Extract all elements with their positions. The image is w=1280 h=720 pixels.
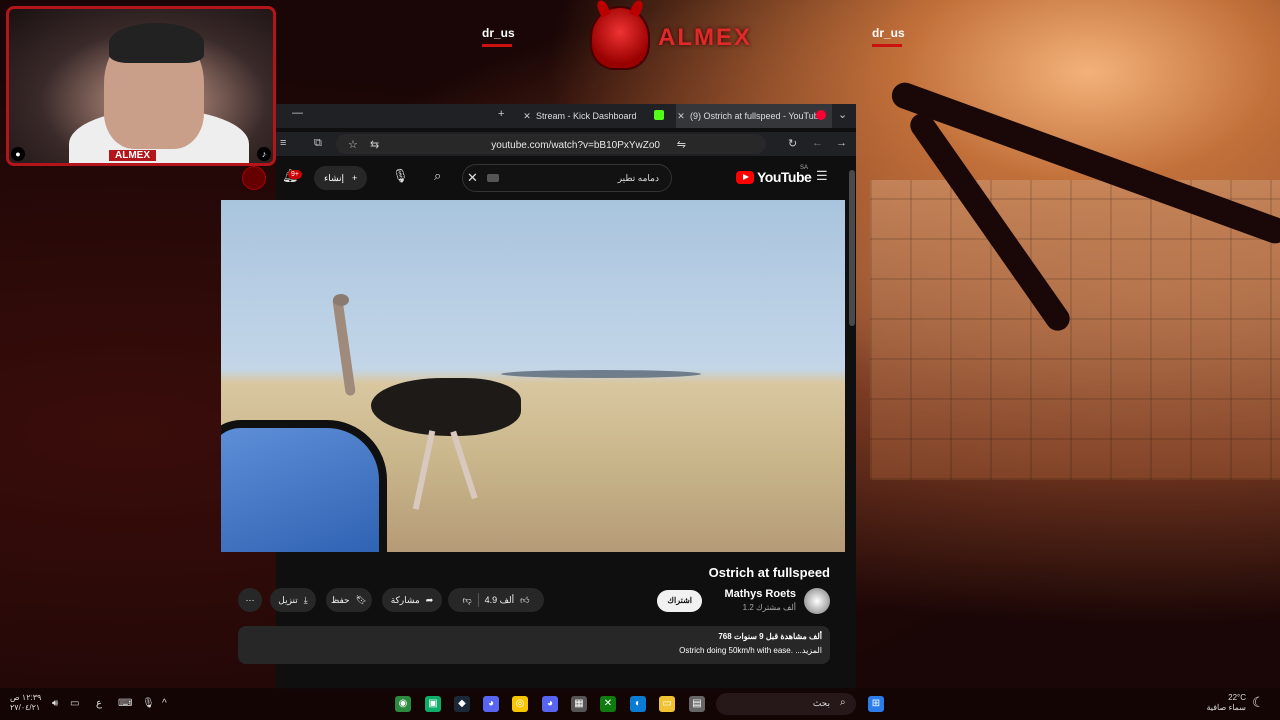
game-wall-tiles — [870, 180, 1280, 480]
app-icon[interactable]: ▣ — [425, 696, 441, 712]
taskbar: ١٢:٣٩ ص ٢٧/٠٤/٢١ 🔊︎ ▭ ع ⌨ 🎙︎ ^ ◉ ▣ ◆ ◕ ◎… — [0, 688, 1280, 720]
search-icon[interactable]: ⌕ — [434, 168, 441, 184]
edge-icon[interactable]: ◐ — [630, 696, 646, 712]
url-text: youtube.com/watch?v=bB10PxYwZo0 — [491, 140, 660, 151]
chevron-up-icon[interactable]: ^ — [162, 698, 167, 709]
close-icon[interactable]: ✕ — [676, 104, 686, 128]
discord-icon[interactable]: ◕ — [483, 696, 499, 712]
language-indicator[interactable]: ع — [96, 698, 102, 709]
taskbar-search[interactable]: بحث ⌕ — [716, 693, 856, 715]
extensions-icon[interactable]: ⧉ — [314, 137, 322, 150]
menu-icon[interactable]: ☰ — [816, 168, 828, 184]
account-avatar[interactable] — [242, 166, 266, 190]
ostrich — [371, 378, 521, 436]
plus-icon: + — [352, 173, 358, 183]
youtube-favicon-icon — [816, 110, 826, 120]
channel-info: Mathys Roets 1.2 ألف مشترك اشتراك — [657, 588, 830, 618]
search-icon: ⌕ — [840, 697, 846, 708]
forward-icon[interactable]: ← — [812, 137, 823, 149]
chevron-down-icon[interactable]: ⌄ — [838, 108, 847, 121]
create-button[interactable]: إنشاء + — [314, 166, 368, 190]
more-actions-button[interactable]: ⋯ — [238, 588, 262, 612]
tab-bar: — + ✕ Stream - Kick Dashboard ✕ (9) Ostric… — [276, 104, 856, 128]
steam-icon[interactable]: ◆ — [454, 696, 470, 712]
install-app-icon[interactable]: ⇆ — [370, 138, 379, 151]
video-player[interactable] — [221, 200, 845, 552]
file-explorer-icon[interactable]: ▭ — [659, 696, 675, 712]
xbox-icon[interactable]: ✕ — [600, 696, 616, 712]
search-input[interactable]: ✕ دمامه تطير — [462, 164, 672, 192]
tab-youtube-video[interactable]: ✕ (9) Ostrich at fullspeed - YouTube — [676, 104, 832, 128]
dislike-icon[interactable]: 👎︎ — [462, 588, 471, 612]
car-mirror — [221, 420, 387, 552]
youtube-header: 🔔︎9+ إنشاء+ 🎙︎ ⌕ ✕ دمامه تطير YouTube SA… — [242, 160, 848, 196]
brand-name: ALMEX — [658, 24, 752, 51]
windows-start-icon[interactable]: ⊞ — [868, 696, 884, 712]
stream-logo: ALMEX — [590, 6, 760, 70]
kick-icon — [654, 110, 664, 120]
video-description[interactable]: 768 ألف مشاهدة قبل 9 سنوات Ostrich doing… — [238, 626, 830, 664]
camera-icon: ● — [11, 147, 25, 161]
channel-name[interactable]: Mathys Roets — [724, 588, 796, 600]
weather-moon-icon: ☾ — [1252, 694, 1265, 710]
keyboard-icon[interactable]: ⌨ — [118, 698, 132, 709]
like-icon[interactable]: 👍︎ — [520, 588, 529, 612]
new-tab-icon[interactable]: + — [498, 108, 504, 120]
network-icon[interactable]: ▭ — [70, 698, 79, 709]
social-handle-right: dr_us — [872, 26, 905, 47]
app-icon[interactable]: ▤ — [689, 696, 705, 712]
volume-icon[interactable]: 🔊︎ — [52, 698, 58, 709]
like-dislike-group: 👎︎ 4.9 ألف 👍︎ — [448, 588, 544, 612]
bookmark-star-icon[interactable]: ☆ — [348, 138, 358, 151]
reload-icon[interactable]: ↻ — [788, 137, 797, 150]
like-count[interactable]: 4.9 ألف — [485, 588, 515, 612]
download-icon: ⤓ — [303, 595, 308, 605]
social-handle-left: dr_us — [482, 26, 515, 47]
microphone-icon[interactable]: 🎙︎ — [142, 698, 155, 709]
youtube-play-icon — [736, 170, 754, 184]
clear-search-icon[interactable]: ✕ — [467, 170, 478, 186]
webcam-overlay: ● ♪ ALMEX — [6, 6, 276, 166]
devil-mascot-icon — [590, 6, 650, 70]
back-icon[interactable]: → — [836, 137, 847, 149]
subscribe-button[interactable]: اشتراك — [657, 590, 702, 612]
microphone-icon[interactable]: 🎙︎ — [392, 168, 409, 184]
chrome-icon[interactable]: ◉ — [395, 696, 411, 712]
share-icon: ➦ — [425, 595, 434, 605]
tab-kick-dashboard[interactable]: ✕ Stream - Kick Dashboard — [522, 104, 672, 128]
discord-icon[interactable]: ◕ — [542, 696, 558, 712]
store-icon[interactable]: ▦ — [571, 696, 587, 712]
bell-icon[interactable]: 🔔︎9+ — [282, 168, 302, 184]
view-stats: 768 ألف مشاهدة قبل 9 سنوات — [718, 632, 822, 641]
more-icon: ⋯ — [245, 595, 255, 605]
video-title: Ostrich at fullspeed — [708, 565, 830, 580]
browser-window: — + ✕ Stream - Kick Dashboard ✕ (9) Ostric… — [221, 104, 856, 692]
weather-widget[interactable]: 22°C سماء صافية — [1206, 693, 1246, 713]
site-settings-icon[interactable]: ⇋ — [677, 138, 686, 151]
region-code: SA — [800, 165, 809, 171]
notification-badge: 9+ — [288, 170, 302, 179]
clock[interactable]: ١٢:٣٩ ص ٢٧/٠٤/٢١ — [10, 693, 41, 713]
download-button[interactable]: تنزيل ⤓ — [270, 588, 316, 612]
tiktok-icon: ♪ — [257, 147, 271, 161]
reading-list-icon[interactable]: ≡ — [280, 137, 286, 149]
app-icon[interactable]: ◎ — [512, 696, 528, 712]
minimize-icon[interactable]: — — [292, 107, 303, 119]
description-text: Ostrich doing 50km/h with ease. ...المزي… — [679, 646, 822, 655]
keyboard-icon[interactable] — [487, 174, 499, 182]
address-bar: ≡ ⧉ ☆ ⇆ youtube.com/watch?v=bB10PxYwZo0 … — [276, 132, 856, 156]
close-icon[interactable]: ✕ — [522, 104, 532, 128]
scrollbar[interactable] — [849, 170, 855, 326]
save-button[interactable]: حفظ 🔖︎ — [326, 588, 372, 612]
url-field[interactable]: ☆ ⇆ youtube.com/watch?v=bB10PxYwZo0 ⇋ — [336, 134, 766, 154]
channel-avatar[interactable] — [804, 588, 830, 614]
youtube-logo[interactable]: YouTube — [736, 169, 812, 185]
share-button[interactable]: مشاركة ➦ — [382, 588, 442, 612]
subscriber-count: 1.2 ألف مشترك — [742, 603, 796, 612]
bookmark-icon: 🔖︎ — [355, 595, 368, 605]
cam-brand-label: ALMEX — [109, 150, 156, 161]
